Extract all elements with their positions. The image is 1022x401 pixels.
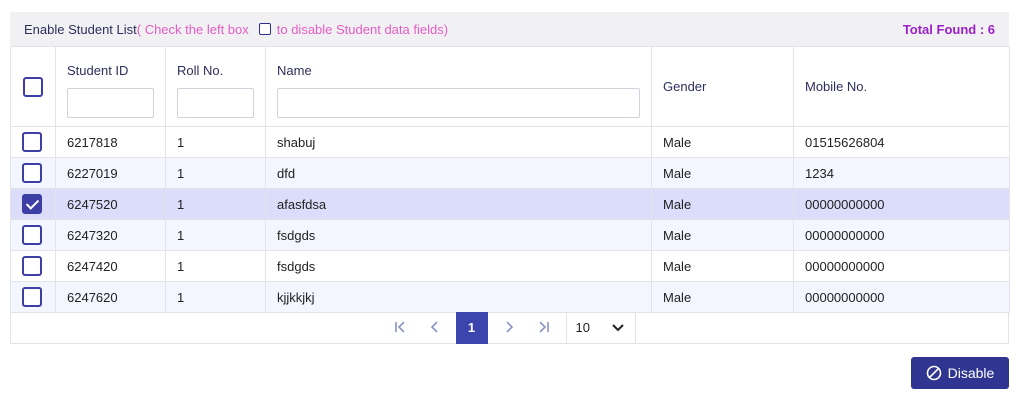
cell-gender: Male bbox=[651, 157, 794, 189]
cell-student-id: 6227019 bbox=[55, 157, 166, 189]
roll-no-filter[interactable] bbox=[177, 88, 254, 118]
col-roll-no: Roll No. bbox=[165, 46, 266, 127]
cell-roll: 1 bbox=[165, 126, 266, 158]
prev-page-icon[interactable] bbox=[418, 320, 452, 336]
cell-roll: 1 bbox=[165, 219, 266, 251]
row-checkbox[interactable] bbox=[22, 163, 42, 183]
table-row[interactable]: 6247420 1 fsdgds Male 00000000000 bbox=[10, 250, 1010, 282]
checkbox-icon bbox=[258, 23, 271, 35]
table-row[interactable]: 6247620 1 kjjkkjkj Male 00000000000 bbox=[10, 281, 1010, 313]
disable-button-label: Disable bbox=[947, 365, 995, 381]
cell-mobile: 00000000000 bbox=[793, 188, 1010, 220]
hint-text-after: to disable Student data fields) bbox=[276, 21, 449, 37]
page-size-value: 10 bbox=[575, 320, 590, 335]
student-table: Student ID Roll No. Name Gender Mobile N… bbox=[10, 46, 1010, 313]
table-row[interactable]: 6217818 1 shabuj Male 01515626804 bbox=[10, 126, 1010, 158]
cell-name: dfd bbox=[265, 157, 652, 189]
cell-mobile: 00000000000 bbox=[793, 219, 1010, 251]
list-title: Enable Student List bbox=[24, 21, 137, 37]
cell-gender: Male bbox=[651, 281, 794, 313]
list-hint: ( Check the left box to disable Student … bbox=[137, 22, 448, 37]
first-page-icon[interactable] bbox=[384, 320, 418, 336]
cell-gender: Male bbox=[651, 250, 794, 282]
table-row[interactable]: 6247320 1 fsdgds Male 00000000000 bbox=[10, 219, 1010, 251]
row-checkbox[interactable] bbox=[22, 256, 42, 276]
cell-mobile: 00000000000 bbox=[793, 250, 1010, 282]
pagination: 1 10 bbox=[10, 311, 1009, 344]
cell-gender: Male bbox=[651, 126, 794, 158]
col-mobile: Mobile No. bbox=[793, 46, 1010, 127]
col-gender-label: Gender bbox=[663, 79, 707, 94]
cell-mobile: 01515626804 bbox=[793, 126, 1010, 158]
row-checkbox[interactable] bbox=[22, 132, 42, 152]
disable-button[interactable]: Disable bbox=[911, 357, 1009, 389]
col-mobile-label: Mobile No. bbox=[805, 79, 868, 94]
col-name: Name bbox=[265, 46, 652, 127]
page-size-select[interactable]: 10 bbox=[565, 311, 636, 344]
cell-student-id: 6247520 bbox=[55, 188, 166, 220]
cell-name: kjjkkjkj bbox=[265, 281, 652, 313]
row-checkbox[interactable] bbox=[22, 225, 42, 245]
list-header: Enable Student List ( Check the left box… bbox=[10, 12, 1009, 46]
cell-student-id: 6247620 bbox=[55, 281, 166, 313]
cell-student-id: 6217818 bbox=[55, 126, 166, 158]
total-found: Total Found : 6 bbox=[902, 21, 995, 37]
cell-gender: Male bbox=[651, 219, 794, 251]
student-id-filter[interactable] bbox=[67, 88, 154, 118]
cell-roll: 1 bbox=[165, 188, 266, 220]
next-page-icon[interactable] bbox=[492, 320, 526, 336]
cell-roll: 1 bbox=[165, 250, 266, 282]
name-filter[interactable] bbox=[277, 88, 640, 118]
table-header-row: Student ID Roll No. Name Gender Mobile N… bbox=[10, 46, 1010, 127]
select-all-cell bbox=[10, 46, 56, 127]
last-page-icon[interactable] bbox=[526, 320, 560, 336]
cell-mobile: 1234 bbox=[793, 157, 1010, 189]
cell-roll: 1 bbox=[165, 281, 266, 313]
col-name-label: Name bbox=[277, 63, 312, 78]
row-checkbox[interactable] bbox=[22, 194, 42, 214]
cell-name: fsdgds bbox=[265, 219, 652, 251]
cell-name: afasfdsa bbox=[265, 188, 652, 220]
row-checkbox[interactable] bbox=[22, 287, 42, 307]
cell-gender: Male bbox=[651, 188, 794, 220]
cell-roll: 1 bbox=[165, 157, 266, 189]
cell-name: shabuj bbox=[265, 126, 652, 158]
cell-name: fsdgds bbox=[265, 250, 652, 282]
col-student-id-label: Student ID bbox=[67, 63, 129, 78]
cell-student-id: 6247420 bbox=[55, 250, 166, 282]
hint-text-before: ( Check the left box bbox=[136, 21, 249, 37]
col-gender: Gender bbox=[651, 46, 794, 127]
page-button-current[interactable]: 1 bbox=[455, 311, 488, 344]
col-student-id: Student ID bbox=[55, 46, 166, 127]
table-row[interactable]: 6227019 1 dfd Male 1234 bbox=[10, 157, 1010, 189]
ban-icon bbox=[926, 365, 941, 381]
cell-student-id: 6247320 bbox=[55, 219, 166, 251]
select-all-checkbox[interactable] bbox=[23, 76, 43, 97]
table-row[interactable]: 6247520 1 afasfdsa Male 00000000000 bbox=[10, 188, 1010, 220]
col-roll-no-label: Roll No. bbox=[177, 63, 224, 78]
chevron-down-icon bbox=[611, 323, 624, 331]
cell-mobile: 00000000000 bbox=[793, 281, 1010, 313]
